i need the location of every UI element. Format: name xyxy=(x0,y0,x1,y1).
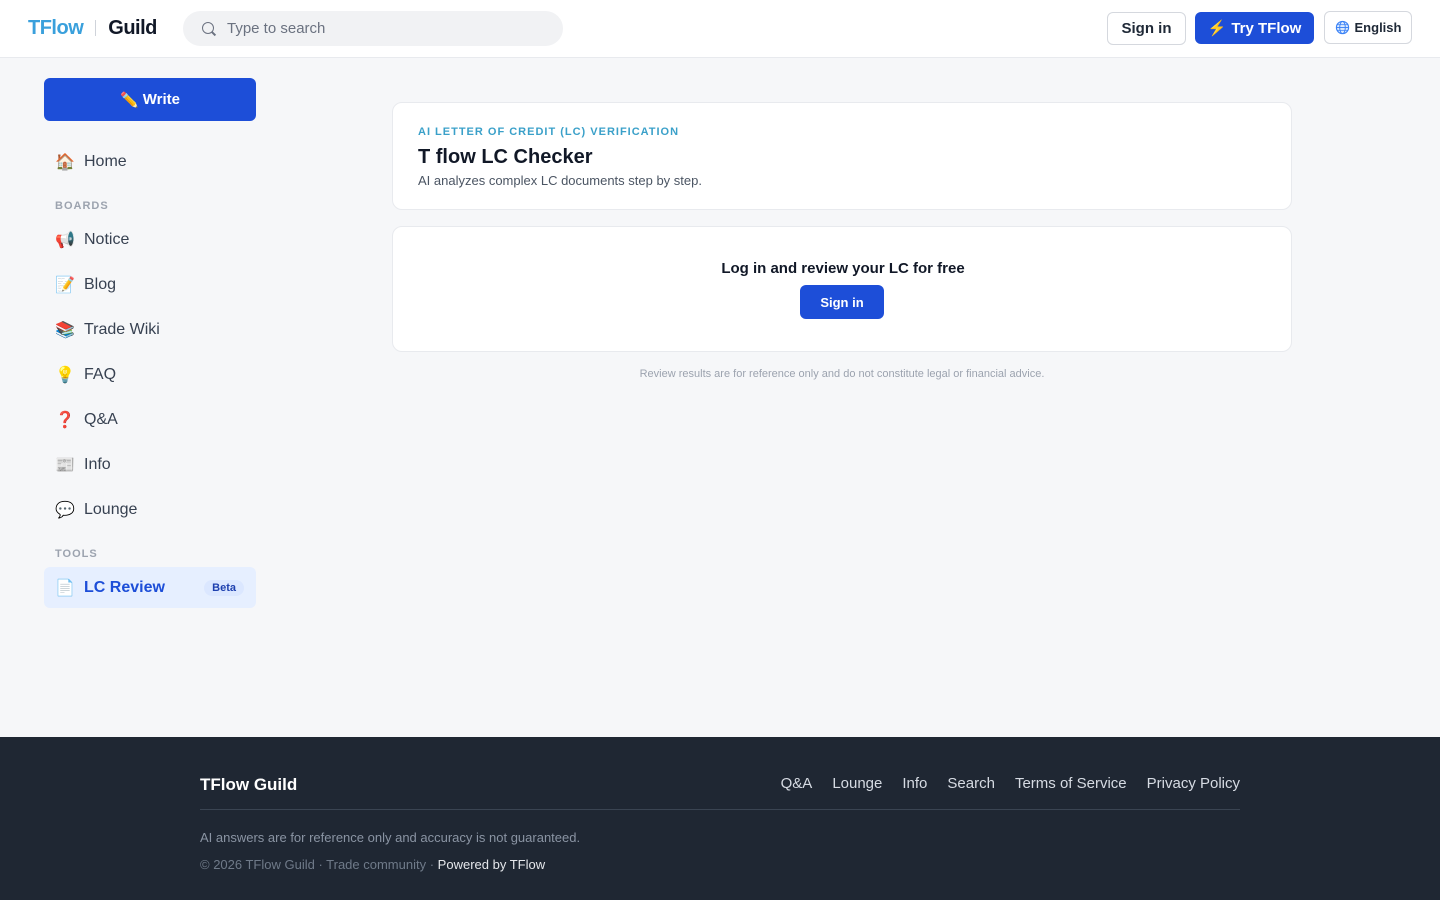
write-button[interactable]: ✏️ Write xyxy=(44,78,256,121)
copyright-text: © 2026 TFlow Guild · Trade community · xyxy=(200,857,435,872)
globe-icon xyxy=(1335,20,1349,35)
sidebar-item-notice[interactable]: 📢 Notice xyxy=(44,219,256,260)
lightning-icon: ⚡ xyxy=(1207,20,1227,37)
home-icon: 🏠 xyxy=(55,153,75,171)
sidebar-item-lounge[interactable]: 💬 Lounge xyxy=(44,489,256,530)
megaphone-icon: 📢 xyxy=(55,231,75,249)
logo-divider xyxy=(95,20,97,36)
sidebar-item-home[interactable]: 🏠 Home xyxy=(44,141,256,182)
footer-link-info[interactable]: Info xyxy=(902,775,927,792)
sidebar-item-label: Info xyxy=(84,455,111,473)
speech-bubble-icon: 💬 xyxy=(55,501,75,519)
sidebar-item-label: Q&A xyxy=(84,410,118,428)
footer-link-search[interactable]: Search xyxy=(947,775,995,792)
search-input[interactable] xyxy=(227,20,547,37)
sidebar-item-faq[interactable]: 💡 FAQ xyxy=(44,354,256,395)
footer-copyright: © 2026 TFlow Guild · Trade community · P… xyxy=(200,857,545,872)
sidebar-item-label: Lounge xyxy=(84,500,138,518)
search-icon xyxy=(201,21,217,37)
memo-icon: 📝 xyxy=(55,276,75,294)
logo-tflow: TFlow xyxy=(28,16,84,39)
sidebar-item-trade-wiki[interactable]: 📚 Trade Wiki xyxy=(44,309,256,350)
newspaper-icon: 📰 xyxy=(55,456,75,474)
review-disclaimer: Review results are for reference only an… xyxy=(639,368,1045,380)
site-logo[interactable]: TFlow Guild xyxy=(28,16,157,40)
question-mark-icon: ❓ xyxy=(55,411,75,429)
beta-badge: Beta xyxy=(204,580,244,596)
footer-link-lounge[interactable]: Lounge xyxy=(832,775,882,792)
footer-links: Q&A Lounge Info Search Terms of Service … xyxy=(781,775,1240,792)
card-kicker: AI LETTER OF CREDIT (LC) VERIFICATION xyxy=(418,126,680,138)
document-icon: 📄 xyxy=(55,579,75,597)
lc-checker-intro-card: AI LETTER OF CREDIT (LC) VERIFICATION T … xyxy=(392,102,1292,210)
footer-ai-note: AI answers are for reference only and ac… xyxy=(200,830,581,845)
card-sign-in-button[interactable]: Sign in xyxy=(800,285,884,319)
sidebar-item-label: LC Review xyxy=(84,578,165,596)
try-tflow-label: Try TFlow xyxy=(1231,19,1302,37)
footer-link-privacy[interactable]: Privacy Policy xyxy=(1147,775,1240,792)
language-label: English xyxy=(1354,20,1402,35)
sidebar-item-blog[interactable]: 📝 Blog xyxy=(44,264,256,305)
language-selector[interactable]: English xyxy=(1324,11,1412,44)
logo-guild: Guild xyxy=(108,16,157,39)
login-prompt-card: Log in and review your LC for free Sign … xyxy=(392,226,1292,352)
footer-brand: TFlow Guild xyxy=(200,775,298,794)
sidebar-item-qna[interactable]: ❓ Q&A xyxy=(44,399,256,440)
powered-by-link[interactable]: Powered by TFlow xyxy=(438,857,545,872)
tools-section-label: TOOLS xyxy=(55,548,98,560)
search-bar[interactable] xyxy=(183,11,563,46)
page-subtitle: AI analyzes complex LC documents step by… xyxy=(418,173,702,188)
footer-link-qna[interactable]: Q&A xyxy=(781,775,813,792)
sidebar-item-label: FAQ xyxy=(84,365,117,383)
sidebar-item-info[interactable]: 📰 Info xyxy=(44,444,256,485)
login-prompt-text: Log in and review your LC for free xyxy=(721,260,965,277)
boards-section-label: BOARDS xyxy=(55,200,109,212)
page-title: T flow LC Checker xyxy=(418,146,593,168)
header-sign-in-button[interactable]: Sign in xyxy=(1107,12,1186,45)
sidebar-item-label: Notice xyxy=(84,230,130,248)
pencil-icon: ✏️ xyxy=(120,91,139,109)
try-tflow-button[interactable]: ⚡ Try TFlow xyxy=(1195,12,1314,44)
write-label: Write xyxy=(142,91,180,108)
sidebar-item-label: Blog xyxy=(84,275,117,293)
footer-divider xyxy=(200,809,1240,810)
footer-link-terms[interactable]: Terms of Service xyxy=(1015,775,1127,792)
site-footer: TFlow Guild Q&A Lounge Info Search Terms… xyxy=(0,737,1440,900)
top-header: TFlow Guild Sign in ⚡ Try TFlow English xyxy=(0,0,1440,58)
sidebar-item-label: Home xyxy=(84,152,127,170)
lightbulb-icon: 💡 xyxy=(55,366,75,384)
books-icon: 📚 xyxy=(55,321,75,339)
sidebar-item-label: Trade Wiki xyxy=(84,320,160,338)
sidebar-item-lc-review[interactable]: 📄 LC Review Beta xyxy=(44,567,256,608)
